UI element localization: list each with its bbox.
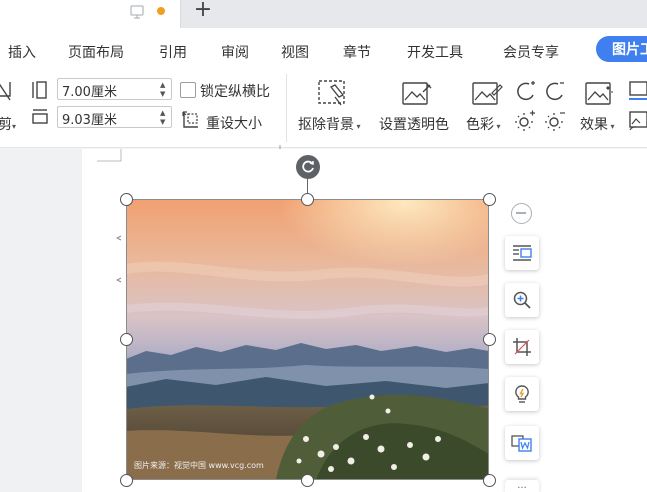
crop-picture-button[interactable]	[505, 330, 539, 364]
monitor-icon	[129, 4, 145, 20]
paragraph-mark-2	[115, 268, 122, 287]
remove-background-button[interactable]: 抠除背景 ▾	[298, 114, 361, 134]
remove-background-label: 抠除背景	[298, 117, 354, 133]
resize-handle-top-left[interactable]	[120, 193, 133, 206]
resize-handle-left[interactable]	[120, 333, 133, 346]
resize-handle-bottom[interactable]	[301, 474, 314, 487]
width-input[interactable]: 7.00厘米 ▲ ▼	[57, 78, 172, 100]
set-transparent-color-icon[interactable]	[401, 80, 433, 112]
crop-tool-icon[interactable]	[0, 80, 12, 106]
menu-developer[interactable]: 开发工具	[407, 42, 463, 62]
color-icon[interactable]	[471, 80, 503, 112]
smart-suggestions-button[interactable]	[505, 377, 539, 411]
set-transparent-color-label[interactable]: 设置透明色	[379, 114, 449, 134]
remove-background-caret-icon: ▾	[354, 122, 361, 131]
width-icon	[31, 108, 49, 130]
tab-picture-tools[interactable]: 图片工	[596, 36, 647, 62]
effects-button[interactable]: 效果 ▾	[580, 114, 615, 134]
new-tab-button[interactable]: +	[192, 0, 214, 22]
height-down-icon[interactable]: ▼	[160, 118, 168, 126]
menu-page-layout[interactable]: 页面布局	[68, 42, 124, 62]
crop-label: 剪	[0, 117, 12, 133]
selected-picture[interactable]	[126, 199, 489, 480]
effects-label: 效果	[580, 117, 608, 133]
border-icon[interactable]	[628, 80, 647, 106]
color-label: 色彩	[466, 117, 494, 133]
resize-handle-top[interactable]	[301, 193, 314, 206]
paragraph-mark-1	[115, 226, 122, 245]
more-tools-button[interactable]: ...	[505, 480, 539, 492]
height-value: 9.03厘米	[62, 113, 117, 128]
rotate-handle[interactable]	[296, 155, 320, 179]
height-icon	[31, 80, 49, 104]
menu-sections[interactable]: 章节	[343, 42, 371, 62]
rotate-icon	[300, 159, 316, 179]
decrease-contrast-icon[interactable]	[544, 80, 566, 106]
menu-insert[interactable]: 插入	[8, 42, 36, 62]
increase-brightness-icon[interactable]	[514, 110, 536, 136]
lock-ratio-label[interactable]: 锁定纵横比	[200, 81, 270, 101]
color-caret-icon: ▾	[494, 122, 501, 131]
ribbon-toolbar: 剪▾ 7.00厘米 ▲ ▼ 9.03厘米 ▲ ▼ 锁定纵横比 重设大小 抠除背景…	[0, 68, 647, 152]
menu-member[interactable]: 会员专享	[503, 42, 559, 62]
lock-ratio-checkbox[interactable]	[180, 82, 196, 98]
decrease-brightness-icon[interactable]	[544, 110, 566, 136]
effects-icon[interactable]	[584, 80, 614, 112]
reset-size-label[interactable]: 重设大小	[206, 113, 262, 133]
width-up-icon[interactable]: ▲	[160, 81, 168, 89]
height-input[interactable]: 9.03厘米 ▲ ▼	[57, 106, 172, 128]
resize-handle-right[interactable]	[483, 333, 496, 346]
lightbulb-icon	[512, 384, 532, 408]
crop-button[interactable]: 剪▾	[0, 114, 16, 134]
ribbon-separator	[286, 74, 287, 142]
title-bar: +	[0, 0, 647, 28]
effects-caret-icon: ▾	[608, 122, 615, 131]
document-tab[interactable]	[0, 0, 181, 28]
width-value: 7.00厘米	[62, 85, 117, 100]
color-button[interactable]: 色彩 ▾	[466, 114, 501, 134]
rotate-stem	[307, 179, 308, 193]
width-down-icon[interactable]: ▼	[160, 90, 168, 98]
page-corner-mark	[97, 149, 123, 169]
zoom-in-icon	[512, 290, 532, 314]
increase-contrast-icon[interactable]	[515, 80, 537, 106]
resize-handle-bottom-left[interactable]	[120, 474, 133, 487]
image-watermark: 图片来源：视觉中国 www.vcg.com	[134, 461, 264, 470]
menu-bar: 插入 页面布局 引用 审阅 视图 章节 开发工具 会员专享 图片工	[0, 28, 647, 68]
resize-handle-bottom-right[interactable]	[483, 474, 496, 487]
collapse-toolbar-button[interactable]	[511, 203, 532, 224]
zoom-picture-button[interactable]	[505, 283, 539, 317]
unsaved-dot-icon	[157, 7, 165, 15]
menu-review[interactable]: 审阅	[221, 42, 249, 62]
layout-options-button[interactable]	[505, 236, 539, 270]
crop-icon	[512, 337, 532, 361]
change-picture-icon[interactable]	[628, 110, 647, 136]
resize-handle-top-right[interactable]	[483, 193, 496, 206]
menu-references[interactable]: 引用	[159, 42, 187, 62]
reset-size-icon[interactable]	[181, 110, 201, 134]
height-up-icon[interactable]: ▲	[160, 109, 168, 117]
menu-view[interactable]: 视图	[281, 42, 309, 62]
layout-options-icon	[512, 243, 532, 267]
picture-to-word-button[interactable]	[505, 426, 539, 460]
remove-background-icon[interactable]	[317, 78, 349, 112]
crop-caret-icon: ▾	[12, 122, 17, 131]
convert-to-word-icon	[511, 433, 533, 457]
